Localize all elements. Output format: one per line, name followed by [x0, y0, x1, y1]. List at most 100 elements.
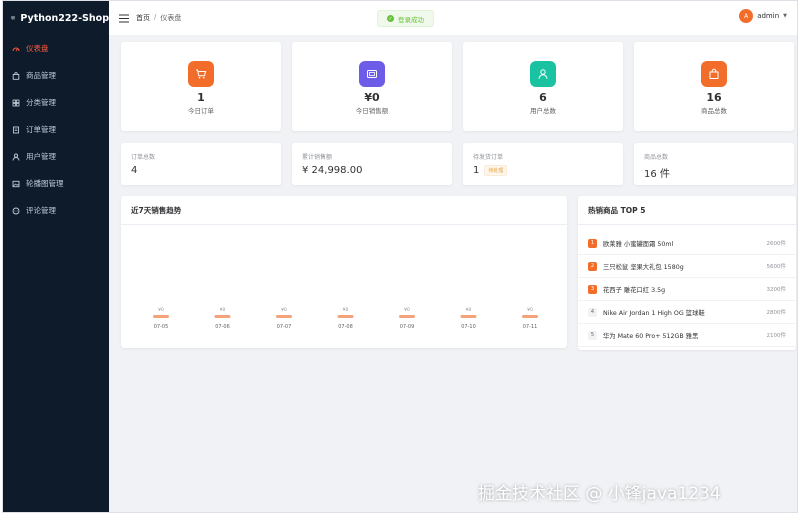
- app-title: Python222-Shop: [20, 12, 109, 24]
- chart-value-label: ¥0: [527, 307, 533, 313]
- breadcrumb: 首页 / 仪表盘: [136, 13, 181, 23]
- chart-value-label: ¥0: [158, 307, 164, 313]
- list-item[interactable]: 1 欧莱雅 小蜜罐面霜 50ml 2600件: [578, 232, 796, 255]
- product-name: 欧莱雅 小蜜罐面霜 50ml: [603, 240, 674, 248]
- sidebar-item-users[interactable]: 用户管理: [3, 143, 109, 170]
- mini-label: 商品总数: [644, 154, 669, 161]
- sales-count: 2800件: [766, 310, 787, 316]
- panel-title: 近7天销售趋势: [121, 196, 567, 225]
- sidebar-item-label: 分类管理: [26, 98, 56, 107]
- sidebar-item-banners[interactable]: 轮播图管理: [3, 170, 109, 197]
- sales-count: 5600件: [766, 264, 787, 270]
- sales-count: 2600件: [766, 241, 787, 247]
- breadcrumb-current: 仪表盘: [160, 14, 182, 22]
- logo[interactable]: Python222-Shop: [3, 1, 109, 35]
- sidebar-item-label: 轮播图管理: [26, 179, 64, 188]
- list-item[interactable]: 2 三只松鼠 坚果大礼包 1580g 5600件: [578, 255, 796, 278]
- chart-tick-label: 07-07: [277, 324, 292, 330]
- sidebar-item-dashboard[interactable]: 仪表盘: [3, 35, 109, 62]
- sales-count: 2100件: [766, 333, 787, 339]
- sidebar-item-orders[interactable]: 订单管理: [3, 116, 109, 143]
- rank-badge: 5: [588, 330, 597, 340]
- rank-badge: 3: [588, 284, 597, 294]
- chart-bar-07-11[interactable]: [522, 315, 538, 318]
- user-icon: [12, 153, 20, 161]
- sidebar-item-categories[interactable]: 分类管理: [3, 89, 109, 116]
- mini-value-row: ¥ 24,998.00: [302, 165, 442, 176]
- panel-title: 热销商品 TOP 5: [578, 196, 796, 225]
- stat-card-today-sales: ¥0 今日销售额: [292, 42, 452, 131]
- breadcrumb-home[interactable]: 首页: [136, 13, 150, 23]
- mini-value: 1: [473, 165, 480, 176]
- stat-value: 6: [539, 91, 547, 104]
- mini-label: 累计销售额: [302, 154, 333, 161]
- user-name[interactable]: admin: [757, 12, 779, 20]
- chart-bar-07-10[interactable]: [460, 315, 477, 318]
- image-icon: [12, 180, 20, 187]
- user-menu[interactable]: A admin ▼: [739, 9, 787, 23]
- stat-card-products: 16 商品总数: [634, 42, 794, 131]
- stat-label: 商品总数: [701, 107, 727, 115]
- mini-card-pending-orders: 待发货订单 1 待处理: [463, 143, 623, 185]
- rank-badge: 4: [588, 307, 597, 317]
- product-name: 花西子 雕花口红 3.5g: [603, 286, 666, 294]
- chart-value-label: ¥0: [220, 307, 226, 313]
- status-badge: 待处理: [484, 165, 508, 176]
- document-icon: [13, 126, 19, 133]
- sidebar-item-comments[interactable]: 评论管理: [3, 197, 109, 224]
- chart-tick-label: 07-11: [523, 324, 538, 330]
- mini-label: 订单总数: [131, 154, 156, 161]
- chart-value-label: ¥0: [404, 307, 410, 313]
- mini-value-row: 16 件: [644, 165, 784, 180]
- sidebar-item-label: 订单管理: [26, 125, 56, 134]
- wallet-icon: [359, 61, 385, 87]
- mini-value: 4: [131, 165, 138, 176]
- stat-label: 用户总数: [530, 107, 556, 115]
- cart-icon: [188, 61, 214, 87]
- grid-icon: [12, 99, 20, 106]
- stat-label: 今日销售额: [355, 107, 389, 115]
- main-content: 首页 / 仪表盘 ✓ 登录成功 A admin ▼ 1 今日订单 ¥0 今日销售…: [109, 1, 797, 512]
- app-window: Python222-Shop 仪表盘 商品管理 分类管理 订单管理 用户管理 轮…: [2, 0, 798, 513]
- product-name: Nike Air Jordan 1 High OG 篮球鞋: [603, 309, 705, 317]
- stat-label: 今日订单: [188, 107, 214, 115]
- chart-bar-07-07[interactable]: [276, 315, 292, 318]
- chart-tick-label: 07-05: [154, 324, 169, 330]
- top5-panel: 热销商品 TOP 5 1 欧莱雅 小蜜罐面霜 50ml 2600件 2 三只松鼠…: [578, 196, 796, 350]
- chart-value-label: ¥0: [343, 307, 349, 313]
- stat-card-today-orders: 1 今日订单: [121, 42, 281, 131]
- menu-toggle-icon[interactable]: [119, 14, 129, 23]
- mini-card-order-total: 订单总数 4: [121, 143, 281, 185]
- sales-count: 3200件: [766, 287, 787, 293]
- sidebar-item-products[interactable]: 商品管理: [3, 62, 109, 89]
- product-name: 三只松鼠 坚果大礼包 1580g: [603, 263, 684, 271]
- sidebar-item-label: 仪表盘: [26, 44, 49, 53]
- list-item[interactable]: 4 Nike Air Jordan 1 High OG 篮球鞋 2800件: [578, 301, 796, 324]
- mini-value: 16 件: [644, 169, 670, 180]
- stat-card-users: 6 用户总数: [463, 42, 623, 131]
- rank-badge: 2: [588, 261, 597, 271]
- shop-logo-icon: [11, 16, 15, 20]
- mini-value: ¥ 24,998.00: [302, 165, 363, 176]
- rank-badge: 1: [588, 238, 597, 248]
- comment-icon: [12, 207, 20, 214]
- list-item[interactable]: 3 花西子 雕花口红 3.5g 3200件: [578, 278, 796, 301]
- chart-bar-07-06[interactable]: [214, 315, 231, 318]
- avatar[interactable]: A: [739, 9, 754, 23]
- stat-value: 1: [197, 91, 205, 104]
- list-item[interactable]: 5 华为 Mate 60 Pro+ 512GB 雅黑 2100件: [578, 324, 796, 347]
- watermark: 掘金技术社区 @ 小锋java1234: [478, 484, 721, 504]
- chevron-down-icon[interactable]: ▼: [783, 13, 787, 19]
- chart-bar-07-09[interactable]: [399, 315, 415, 318]
- stat-value: ¥0: [364, 91, 380, 104]
- login-success-toast: ✓ 登录成功: [377, 10, 434, 27]
- mini-value-row: 4: [131, 165, 271, 176]
- chart-bar-07-05[interactable]: [153, 315, 169, 318]
- breadcrumb-separator: /: [154, 13, 157, 21]
- top5-list: 1 欧莱雅 小蜜罐面霜 50ml 2600件 2 三只松鼠 坚果大礼包 1580…: [578, 225, 796, 347]
- shopping-bag-icon: [12, 71, 20, 80]
- check-circle-icon: ✓: [387, 15, 394, 22]
- chart-tick-label: 07-09: [400, 324, 415, 330]
- chart-value-label: ¥0: [281, 307, 287, 313]
- chart-bar-07-08[interactable]: [337, 315, 354, 318]
